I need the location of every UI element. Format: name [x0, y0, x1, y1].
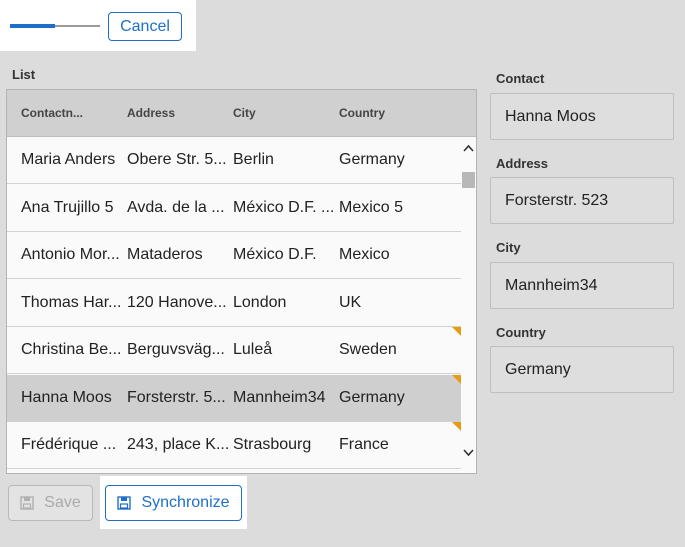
cell-address: 120 Hanove...	[127, 293, 227, 311]
cancel-button[interactable]: Cancel	[108, 12, 182, 41]
scroll-thumb[interactable]	[462, 172, 475, 188]
cell-city: Luleå	[233, 341, 273, 358]
progress-bar	[10, 24, 100, 28]
table-row[interactable]: Thomas Har... 120 Hanove... London UK	[7, 279, 461, 327]
cell-city: London	[233, 293, 287, 311]
cell-country: Germany	[339, 151, 405, 168]
contacts-grid[interactable]: Contactn... Address City Country Maria A…	[6, 89, 477, 474]
address-label: Address	[496, 156, 549, 171]
country-field[interactable]: Germany	[490, 346, 674, 393]
cell-city: México D.F.	[233, 246, 317, 263]
cell-contactname: Thomas Har...	[21, 293, 122, 311]
cell-contactname: Antonio Mor...	[21, 246, 120, 263]
cell-address: Avda. de la ...	[127, 198, 225, 216]
changed-flag-icon	[452, 374, 461, 384]
changed-flag-icon	[452, 422, 461, 431]
cancel-button-label: Cancel	[120, 17, 170, 35]
synchronize-button[interactable]: Synchronize	[105, 485, 242, 521]
cell-city: Berlin	[233, 151, 274, 168]
contact-field[interactable]: Hanna Moos	[490, 93, 674, 140]
cell-contactname: Hanna Moos	[21, 388, 112, 406]
table-row[interactable]: Frédérique ... 243, place K... Strasbourg F…	[7, 422, 461, 469]
save-button-label: Save	[44, 494, 81, 511]
table-row[interactable]: Hanna Moos Forsterstr. 5... Mannheim34 Germ…	[7, 374, 461, 422]
table-row[interactable]: Antonio Mor... Mataderos México D.F. Mexico	[7, 232, 461, 279]
cell-address: 243, place K...	[127, 436, 230, 453]
cell-country: Sweden	[339, 341, 397, 358]
column-header-city[interactable]: City	[233, 106, 256, 120]
cell-country: Mexico	[339, 246, 390, 263]
cell-city: México D.F. ...	[233, 198, 335, 216]
list-label: List	[12, 67, 36, 82]
grid-header: Contactn... Address City Country	[7, 90, 476, 137]
cell-address: Obere Str. 5...	[127, 151, 227, 168]
save-button[interactable]: Save	[8, 485, 93, 521]
cell-country: France	[339, 436, 389, 453]
column-header-country[interactable]: Country	[339, 106, 385, 120]
address-field[interactable]: Forsterstr. 523	[490, 177, 674, 224]
cell-address: Forsterstr. 5...	[127, 388, 226, 406]
cell-city: Mannheim34	[233, 388, 326, 406]
cell-country: Mexico 5	[339, 198, 404, 216]
column-header-address[interactable]: Address	[127, 106, 175, 120]
table-row[interactable]: Ana Trujillo 5 Avda. de la ... México D.F.…	[7, 184, 461, 232]
scroll-up-icon[interactable]	[463, 143, 474, 154]
cell-contactname: Ana Trujillo 5	[21, 198, 114, 216]
synchronize-button-label: Synchronize	[141, 494, 230, 511]
cell-city: Strasbourg	[233, 436, 312, 453]
city-field[interactable]: Mannheim34	[490, 262, 674, 309]
cell-country: UK	[339, 293, 362, 311]
contact-label: Contact	[496, 71, 545, 86]
column-header-contactname[interactable]: Contactn...	[21, 106, 83, 120]
progress-bar-fill	[10, 24, 55, 28]
vertical-scrollbar[interactable]	[461, 137, 476, 473]
cell-contactname: Maria Anders	[21, 151, 116, 168]
cell-address: Mataderos	[127, 246, 203, 263]
cell-country: Germany	[339, 388, 405, 406]
table-row[interactable]: Maria Anders Obere Str. 5... Berlin Germany	[7, 137, 461, 184]
cell-contactname: Frédérique ...	[21, 436, 117, 453]
country-label: Country	[496, 325, 546, 340]
cell-contactname: Christina Be...	[21, 341, 122, 358]
changed-flag-icon	[452, 327, 461, 336]
scroll-down-icon[interactable]	[463, 447, 474, 458]
save-icon	[20, 496, 34, 510]
save-icon	[117, 496, 132, 510]
cell-address: Berguvsväg...	[127, 341, 225, 358]
table-row[interactable]: Christina Be... Berguvsväg... Luleå Sweden	[7, 327, 461, 374]
city-label: City	[496, 240, 521, 255]
